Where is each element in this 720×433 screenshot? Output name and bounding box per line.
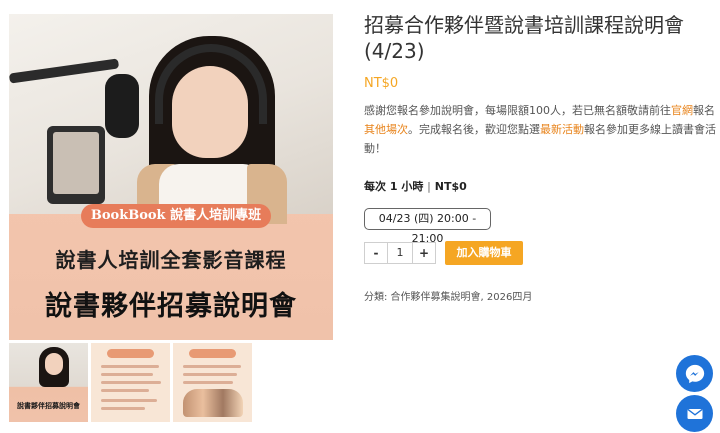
messenger-icon: [685, 364, 704, 383]
thumbnail-2[interactable]: [91, 343, 170, 422]
microphone: [105, 74, 139, 138]
thumbnail-1-text: 說書夥伴招募說明會: [17, 402, 80, 410]
product-main-image[interactable]: BookBook 說書人培訓專班 說書人培訓全套影音課程 說書夥伴招募說明會: [9, 14, 333, 340]
phone-on-tripod: [47, 126, 105, 204]
product-title: 招募合作夥伴暨說書培訓課程說明會 (4/23): [364, 13, 684, 63]
other-sessions-link[interactable]: 其他場次: [364, 123, 408, 136]
messenger-button[interactable]: [676, 355, 713, 392]
thumbnail-1[interactable]: 說書夥伴招募說明會: [9, 343, 88, 422]
mail-icon: [687, 408, 702, 419]
quantity-stepper: - 1 +: [364, 242, 436, 264]
product-description: 感謝您報名參加說明會，每場限額100人，若已無名額敬請前往官網報名其他場次。完成…: [364, 104, 716, 155]
product-page: BookBook 說書人培訓專班 說書人培訓全套影音課程 說書夥伴招募說明會 說…: [0, 0, 720, 433]
host-photo: [9, 14, 333, 224]
quantity-minus-button[interactable]: -: [365, 243, 387, 263]
official-site-link[interactable]: 官網: [671, 104, 693, 117]
session-option[interactable]: 04/23 (四) 20:00 - 21:00: [364, 208, 491, 245]
quantity-plus-button[interactable]: +: [413, 243, 435, 263]
add-to-cart-button[interactable]: 加入購物車: [445, 241, 523, 265]
latest-events-link[interactable]: 最新活動: [540, 123, 584, 136]
product-categories: 分類: 合作夥伴募集說明會, 2026四月: [364, 292, 533, 303]
product-price: NT$0: [364, 76, 399, 91]
image-badge: BookBook 說書人培訓專班: [81, 204, 271, 228]
quantity-input[interactable]: 1: [387, 243, 413, 263]
image-headline-2: 說書夥伴招募說明會: [45, 291, 297, 322]
frequency-info: 每次 1 小時 | NT$0: [364, 180, 467, 193]
image-headline-1: 說書人培訓全套影音課程: [55, 248, 287, 272]
thumbnail-3[interactable]: [173, 343, 252, 422]
email-button[interactable]: [676, 395, 713, 432]
people-illustration: [183, 389, 243, 417]
